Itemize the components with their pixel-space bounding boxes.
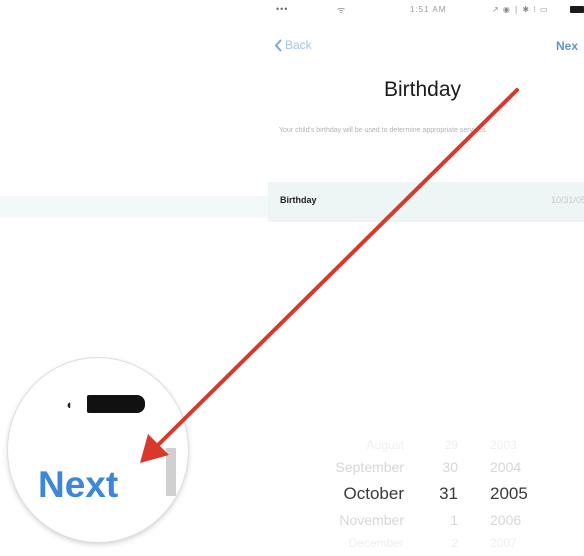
back-label: Back	[285, 38, 312, 52]
picker-day: 1	[450, 512, 458, 528]
picker-year: 2004	[490, 459, 522, 475]
picker-month: August	[366, 438, 404, 452]
picker-month: November	[339, 512, 404, 528]
picker-day: 2	[451, 536, 458, 550]
picker-day-selected: 31	[439, 484, 458, 503]
birthday-label: Birthday	[280, 195, 317, 205]
picker-month: December	[348, 536, 404, 550]
picker-day: 29	[444, 438, 458, 452]
row-highlight-band	[0, 196, 268, 218]
picker-day: 30	[442, 459, 458, 475]
status-indicators: ↗ ◉ ∣ ✱ ⁝ ▭	[492, 5, 549, 14]
page-title: Birthday	[384, 78, 462, 101]
birthday-row[interactable]: Birthday 10/31/05	[268, 182, 584, 222]
magnified-screen-edge	[166, 448, 176, 496]
picker-year: 2007	[490, 536, 517, 550]
magnified-next-button[interactable]: Next	[38, 464, 118, 506]
next-button[interactable]: Nex	[556, 39, 578, 53]
chevron-left-icon	[274, 38, 282, 52]
picker-year: 2006	[490, 512, 522, 528]
status-time: 1:51 AM	[410, 5, 447, 14]
wifi-icon: ᯤ	[337, 5, 346, 15]
signal-dots: •••	[276, 4, 289, 14]
magnified-battery-icon	[87, 395, 145, 413]
picker-year-selected: 2005	[490, 484, 528, 503]
back-button[interactable]: Back	[274, 38, 312, 52]
magnified-status-icon: ◖	[65, 397, 73, 412]
magnifier-callout: ◖ Next	[8, 358, 188, 542]
picker-month-selected: October	[343, 484, 404, 503]
picker-month: September	[335, 459, 404, 475]
battery-icon	[570, 6, 584, 13]
birthday-value: 10/31/05	[551, 195, 584, 205]
picker-year: 2003	[490, 438, 517, 452]
description-text: Your child's birthday will be used to de…	[279, 127, 488, 134]
